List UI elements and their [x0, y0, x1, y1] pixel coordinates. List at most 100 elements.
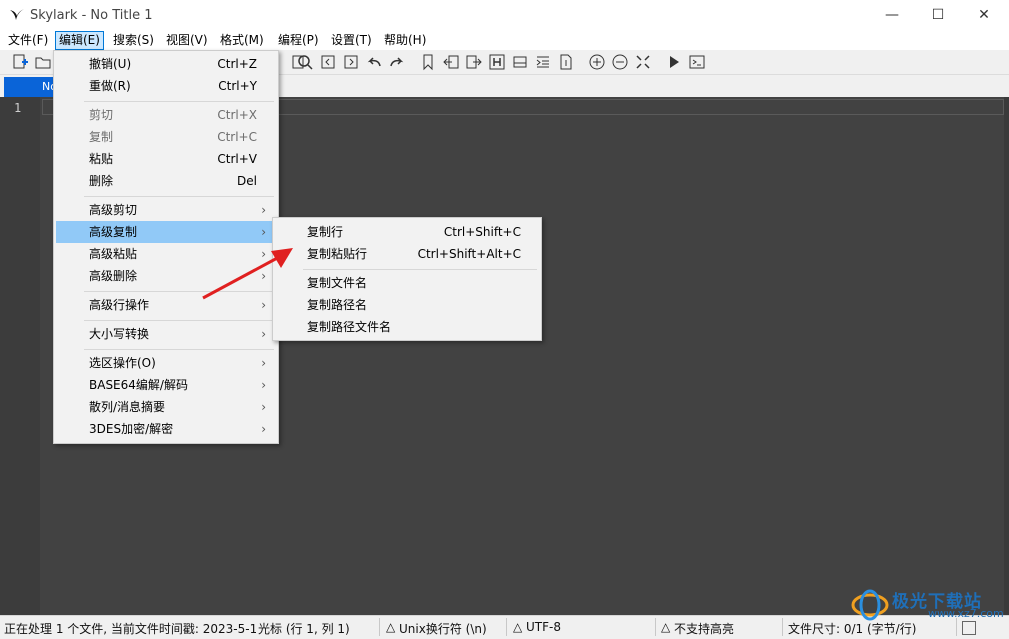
status-divider: [379, 618, 380, 636]
menu-item-cut[interactable]: 剪切 Ctrl+X: [56, 104, 274, 126]
menu-separator: [84, 320, 274, 321]
menu-item-hash-digest[interactable]: 散列/消息摘要 ›: [56, 396, 274, 418]
export-icon[interactable]: [465, 53, 483, 71]
menu-item-base64[interactable]: BASE64编解/解码 ›: [56, 374, 274, 396]
redo-icon[interactable]: [388, 53, 406, 71]
menu-item-advanced-cut[interactable]: 高级剪切 ›: [56, 199, 274, 221]
chevron-right-icon: ›: [261, 356, 266, 370]
zoom-in-icon[interactable]: [588, 53, 606, 71]
indent-icon[interactable]: [534, 53, 552, 71]
menu-item-paste[interactable]: 粘贴 Ctrl+V: [56, 148, 274, 170]
menu-item-label: 复制路径名: [307, 298, 368, 312]
submenu-item-copy-pathname[interactable]: 复制路径名: [275, 294, 537, 316]
status-cursor: 光标 (行 1, 列 1): [258, 622, 350, 636]
menu-item-label: 复制行: [307, 225, 344, 239]
menu-view[interactable]: 视图(V): [163, 32, 211, 49]
bookmark-icon[interactable]: [419, 53, 437, 71]
status-divider: [506, 618, 507, 636]
drive-icon[interactable]: [511, 53, 529, 71]
menu-item-label: 剪切: [89, 108, 114, 122]
status-processing: 正在处理 1 个文件, 当前文件时间戳: 2023-5-16: [4, 622, 256, 636]
find-next-icon[interactable]: [342, 53, 360, 71]
run-icon[interactable]: [665, 53, 683, 71]
search-icon[interactable]: [296, 53, 314, 71]
close-button[interactable]: ✕: [961, 0, 1007, 31]
menu-item-label: BASE64编解/解码: [89, 378, 188, 392]
menu-item-label: 删除: [89, 174, 114, 188]
menu-item-label: 高级剪切: [89, 203, 138, 217]
menu-programming[interactable]: 编程(P): [275, 32, 322, 49]
chevron-right-icon: ›: [261, 378, 266, 392]
line-number-gutter: 1: [0, 97, 40, 615]
menu-item-label: 复制路径文件名: [307, 320, 392, 334]
status-highlight[interactable]: 不支持高亮: [674, 620, 734, 637]
chevron-right-icon: ›: [261, 327, 266, 341]
line-number: 1: [14, 101, 22, 115]
menu-item-shortcut: Ctrl+Shift+C: [443, 225, 521, 239]
watermark-swirl-icon: [851, 589, 889, 621]
fullscreen-icon[interactable]: [634, 53, 652, 71]
menu-file[interactable]: 文件(F): [5, 32, 51, 49]
document-icon[interactable]: [557, 53, 575, 71]
menu-item-label: 大小写转换: [89, 327, 150, 341]
maximize-button[interactable]: ☐: [915, 0, 961, 31]
menu-settings[interactable]: 设置(T): [328, 32, 375, 49]
status-eol[interactable]: Unix换行符 (\n): [399, 620, 487, 637]
menu-item-label: 高级行操作: [89, 298, 150, 312]
menu-search[interactable]: 搜索(S): [110, 32, 157, 49]
menu-item-label: 高级粘贴: [89, 247, 138, 261]
vertical-scrollbar[interactable]: [1004, 97, 1009, 615]
status-divider: [655, 618, 656, 636]
menu-item-label: 选区操作(O): [89, 356, 156, 370]
submenu-item-copy-line[interactable]: 复制行 Ctrl+Shift+C: [275, 221, 537, 243]
chevron-right-icon: ›: [261, 422, 266, 436]
window-title: Skylark - No Title 1: [30, 8, 153, 23]
menu-item-shortcut: Ctrl+X: [217, 108, 257, 122]
find-prev-icon[interactable]: [319, 53, 337, 71]
status-triangle-icon: △: [386, 620, 396, 634]
new-file-icon[interactable]: [11, 53, 29, 71]
menu-format[interactable]: 格式(M): [217, 32, 267, 49]
menu-item-redo[interactable]: 重做(R) Ctrl+Y: [56, 75, 274, 97]
menu-separator: [303, 269, 537, 270]
terminal-icon[interactable]: [688, 53, 706, 71]
submenu-item-copy-filename[interactable]: 复制文件名: [275, 272, 537, 294]
status-triangle-icon: △: [661, 620, 671, 634]
menu-edit[interactable]: 编辑(E): [55, 31, 104, 50]
watermark-logo: 极光下载站 www.xz7.com: [848, 585, 1008, 625]
menu-item-shortcut: Ctrl+C: [217, 130, 257, 144]
submenu-item-duplicate-line[interactable]: 复制粘贴行 Ctrl+Shift+Alt+C: [275, 243, 537, 265]
menu-item-3des[interactable]: 3DES加密/解密 ›: [56, 418, 274, 440]
menu-item-shortcut: Ctrl+Z: [217, 57, 257, 71]
menu-item-label: 复制文件名: [307, 276, 368, 290]
skylark-bird-icon: [10, 9, 24, 20]
menu-help[interactable]: 帮助(H): [381, 32, 429, 49]
minimize-button[interactable]: —: [869, 0, 915, 31]
red-arrow-annotation: [202, 248, 293, 300]
status-encoding[interactable]: UTF-8: [526, 620, 561, 634]
advanced-copy-submenu: 复制行 Ctrl+Shift+C 复制粘贴行 Ctrl+Shift+Alt+C …: [272, 217, 542, 341]
import-icon[interactable]: [442, 53, 460, 71]
menu-item-case-convert[interactable]: 大小写转换 ›: [56, 323, 274, 345]
menu-item-label: 散列/消息摘要: [89, 400, 166, 414]
menu-bar: 文件(F) 编辑(E) 搜索(S) 视图(V) 格式(M) 编程(P) 设置(T…: [0, 31, 1009, 50]
menu-item-copy[interactable]: 复制 Ctrl+C: [56, 126, 274, 148]
menu-separator: [84, 196, 274, 197]
zoom-out-icon[interactable]: [611, 53, 629, 71]
menu-item-selection-ops[interactable]: 选区操作(O) ›: [56, 352, 274, 374]
submenu-item-copy-full-path[interactable]: 复制路径文件名: [275, 316, 537, 338]
watermark-url: www.xz7.com: [928, 607, 1004, 620]
menu-item-shortcut: Ctrl+Y: [218, 79, 257, 93]
chevron-right-icon: ›: [261, 400, 266, 414]
menu-item-delete[interactable]: 删除 Del: [56, 170, 274, 192]
menu-item-label: 高级复制: [89, 225, 138, 239]
undo-icon[interactable]: [365, 53, 383, 71]
heading-icon[interactable]: [488, 53, 506, 71]
menu-item-shortcut: Ctrl+V: [217, 152, 257, 166]
menu-item-label: 高级删除: [89, 269, 138, 283]
menu-item-label: 复制粘贴行: [307, 247, 368, 261]
status-divider: [782, 618, 783, 636]
menu-item-shortcut: Del: [237, 174, 257, 188]
menu-item-undo[interactable]: 撤销(U) Ctrl+Z: [56, 53, 274, 75]
open-folder-icon[interactable]: [34, 53, 52, 71]
